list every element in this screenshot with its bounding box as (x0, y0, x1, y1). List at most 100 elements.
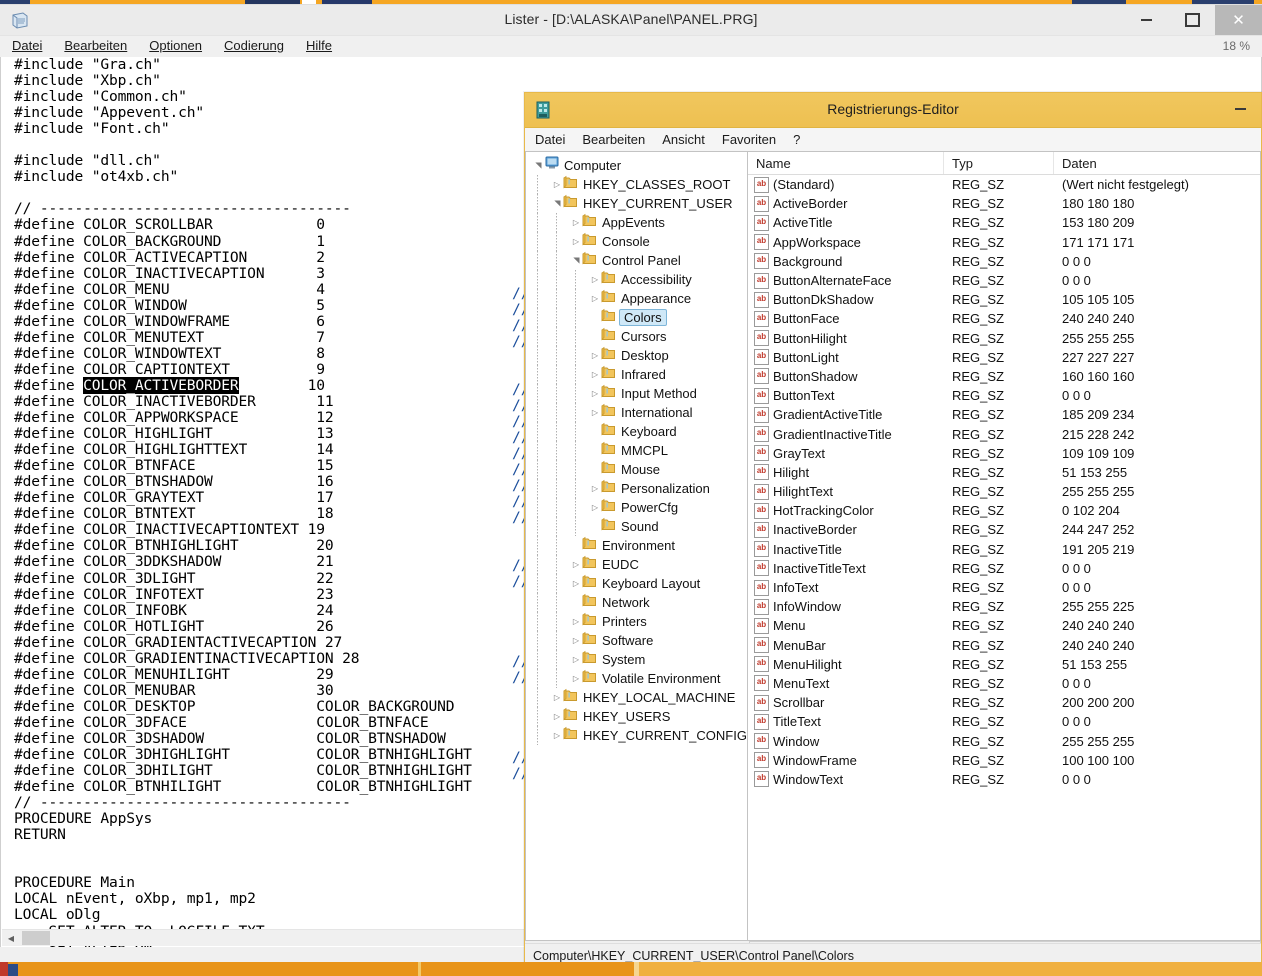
chevron-right-icon[interactable]: ▷ (570, 612, 582, 631)
tree-item-control-panel[interactable]: ◢ Control Panel (526, 251, 747, 270)
tree-item-hkey-current-config[interactable]: ▷ HKEY_CURRENT_CONFIG (526, 726, 747, 745)
table-row[interactable]: ab ButtonText REG_SZ 0 0 0 (748, 386, 1260, 405)
table-row[interactable]: ab MenuBar REG_SZ 240 240 240 (748, 636, 1260, 655)
table-row[interactable]: ab AppWorkspace REG_SZ 171 171 171 (748, 233, 1260, 252)
tree-item-infrared[interactable]: ▷ Infrared (526, 365, 747, 384)
chevron-right-icon[interactable]: ▷ (551, 175, 563, 194)
values-list[interactable]: ab (Standard) REG_SZ (Wert nicht festgelegt… (748, 175, 1260, 789)
taskbar-start-marker[interactable] (0, 962, 8, 976)
table-row[interactable]: ab InfoText REG_SZ 0 0 0 (748, 578, 1260, 597)
table-row[interactable]: ab InactiveBorder REG_SZ 244 247 252 (748, 520, 1260, 539)
table-row[interactable]: ab ButtonShadow REG_SZ 160 160 160 (748, 367, 1260, 386)
tree-item-appevents[interactable]: ▷ AppEvents (526, 213, 747, 232)
chevron-right-icon[interactable]: ▷ (589, 498, 601, 517)
registry-values-pane[interactable]: Name Typ Daten ab (Standard) REG_SZ (Wert n… (747, 151, 1261, 941)
menu-item-hilfe[interactable]: Hilfe (306, 38, 332, 53)
table-row[interactable]: ab HotTrackingColor REG_SZ 0 102 204 (748, 501, 1260, 520)
table-row[interactable]: ab Window REG_SZ 255 255 255 (748, 731, 1260, 750)
tree-item-colors[interactable]: Colors (526, 308, 747, 327)
table-row[interactable]: ab InactiveTitleText REG_SZ 0 0 0 (748, 559, 1260, 578)
table-row[interactable]: ab InactiveTitle REG_SZ 191 205 219 (748, 540, 1260, 559)
chevron-right-icon[interactable]: ▷ (589, 270, 601, 289)
chevron-right-icon[interactable]: ▷ (551, 726, 563, 745)
tree-item-personalization[interactable]: ▷ Personalization (526, 479, 747, 498)
menu-item-optionen[interactable]: Optionen (149, 38, 202, 53)
table-row[interactable]: ab HilightText REG_SZ 255 255 255 (748, 482, 1260, 501)
tree-item-hkey-users[interactable]: ▷ HKEY_USERS (526, 707, 747, 726)
table-row[interactable]: ab GradientActiveTitle REG_SZ 185 209 234 (748, 405, 1260, 424)
tree-item-accessibility[interactable]: ▷ Accessibility (526, 270, 747, 289)
regedit-menu-favoriten[interactable]: Favoriten (722, 132, 776, 147)
menu-item-datei[interactable]: Datei (12, 38, 42, 53)
tree-item-volatile-environment[interactable]: ▷ Volatile Environment (526, 669, 747, 688)
regedit-menu-help[interactable]: ? (793, 132, 800, 147)
tree-item-environment[interactable]: Environment (526, 536, 747, 555)
table-row[interactable]: ab ActiveBorder REG_SZ 180 180 180 (748, 194, 1260, 213)
tree-item-hkey-classes-root[interactable]: ▷ HKEY_CLASSES_ROOT (526, 175, 747, 194)
tree-item-software[interactable]: ▷ Software (526, 631, 747, 650)
regedit-menu-datei[interactable]: Datei (535, 132, 565, 147)
regedit-titlebar[interactable]: Registrierungs-Editor (525, 93, 1261, 128)
tree-item-network[interactable]: Network (526, 593, 747, 612)
tree-item-system[interactable]: ▷ System (526, 650, 747, 669)
tree-item-hkey-current-user[interactable]: ◢ HKEY_CURRENT_USER (526, 194, 747, 213)
column-header-type[interactable]: Typ (944, 152, 1054, 174)
registry-tree-pane[interactable]: ◢ Computer ▷ HKEY_CLASSES_ROOT ◢ HKEY_CURRENT… (525, 151, 747, 941)
menu-item-bearbeiten[interactable]: Bearbeiten (64, 38, 127, 53)
tree-item-mmcpl[interactable]: MMCPL (526, 441, 747, 460)
tree-item-keyboard-layout[interactable]: ▷ Keyboard Layout (526, 574, 747, 593)
lister-titlebar[interactable]: Lister - [D:\ALASKA\Panel\PANEL.PRG] ✕ (0, 5, 1262, 36)
table-row[interactable]: ab (Standard) REG_SZ (Wert nicht festgelegt… (748, 175, 1260, 194)
chevron-right-icon[interactable]: ▷ (570, 669, 582, 688)
tree-item-appearance[interactable]: ▷ Appearance (526, 289, 747, 308)
chevron-right-icon[interactable]: ▷ (551, 707, 563, 726)
chevron-right-icon[interactable]: ▷ (570, 574, 582, 593)
column-header-name[interactable]: Name (748, 152, 944, 174)
tree-item-powercfg[interactable]: ▷ PowerCfg (526, 498, 747, 517)
table-row[interactable]: ab MenuText REG_SZ 0 0 0 (748, 674, 1260, 693)
chevron-right-icon[interactable]: ▷ (551, 688, 563, 707)
regedit-menu-ansicht[interactable]: Ansicht (662, 132, 705, 147)
table-row[interactable]: ab Background REG_SZ 0 0 0 (748, 252, 1260, 271)
tree-item-printers[interactable]: ▷ Printers (526, 612, 747, 631)
chevron-right-icon[interactable]: ▷ (589, 479, 601, 498)
table-row[interactable]: ab MenuHilight REG_SZ 51 153 255 (748, 655, 1260, 674)
table-row[interactable]: ab ButtonDkShadow REG_SZ 105 105 105 (748, 290, 1260, 309)
tree-item-input-method[interactable]: ▷ Input Method (526, 384, 747, 403)
chevron-right-icon[interactable]: ▷ (570, 631, 582, 650)
tree-item-eudc[interactable]: ▷ EUDC (526, 555, 747, 574)
scroll-left-icon[interactable]: ◀ (4, 931, 18, 945)
tree-item-computer[interactable]: ◢ Computer (526, 156, 747, 175)
tree-item-desktop[interactable]: ▷ Desktop (526, 346, 747, 365)
table-row[interactable]: ab ButtonAlternateFace REG_SZ 0 0 0 (748, 271, 1260, 290)
regedit-minimize-button[interactable] (1229, 98, 1251, 120)
table-row[interactable]: ab ButtonFace REG_SZ 240 240 240 (748, 309, 1260, 328)
horizontal-scroll-thumb[interactable] (22, 931, 50, 945)
tree-item-console[interactable]: ▷ Console (526, 232, 747, 251)
table-row[interactable]: ab GradientInactiveTitle REG_SZ 215 228 242 (748, 424, 1260, 443)
chevron-right-icon[interactable]: ▷ (570, 232, 582, 251)
table-row[interactable]: ab InfoWindow REG_SZ 255 255 225 (748, 597, 1260, 616)
chevron-right-icon[interactable]: ▷ (589, 346, 601, 365)
table-row[interactable]: ab GrayText REG_SZ 109 109 109 (748, 444, 1260, 463)
chevron-right-icon[interactable]: ▷ (589, 365, 601, 384)
table-row[interactable]: ab WindowText REG_SZ 0 0 0 (748, 770, 1260, 789)
chevron-right-icon[interactable]: ▷ (570, 555, 582, 574)
tree-item-keyboard[interactable]: Keyboard (526, 422, 747, 441)
regedit-menu-bearbeiten[interactable]: Bearbeiten (582, 132, 645, 147)
chevron-right-icon[interactable]: ▷ (570, 650, 582, 669)
table-row[interactable]: ab Menu REG_SZ 240 240 240 (748, 616, 1260, 635)
chevron-right-icon[interactable]: ▷ (589, 289, 601, 308)
chevron-right-icon[interactable]: ▷ (570, 213, 582, 232)
column-header-data[interactable]: Daten (1054, 152, 1260, 174)
table-row[interactable]: ab WindowFrame REG_SZ 100 100 100 (748, 751, 1260, 770)
close-button[interactable]: ✕ (1215, 5, 1262, 35)
taskbar[interactable] (0, 962, 1262, 976)
table-row[interactable]: ab ActiveTitle REG_SZ 153 180 209 (748, 213, 1260, 232)
chevron-right-icon[interactable]: ▷ (589, 384, 601, 403)
taskbar-item[interactable] (8, 964, 18, 976)
minimize-button[interactable] (1123, 5, 1169, 35)
tree-item-international[interactable]: ▷ International (526, 403, 747, 422)
table-row[interactable]: ab ButtonLight REG_SZ 227 227 227 (748, 348, 1260, 367)
table-row[interactable]: ab ButtonHilight REG_SZ 255 255 255 (748, 329, 1260, 348)
